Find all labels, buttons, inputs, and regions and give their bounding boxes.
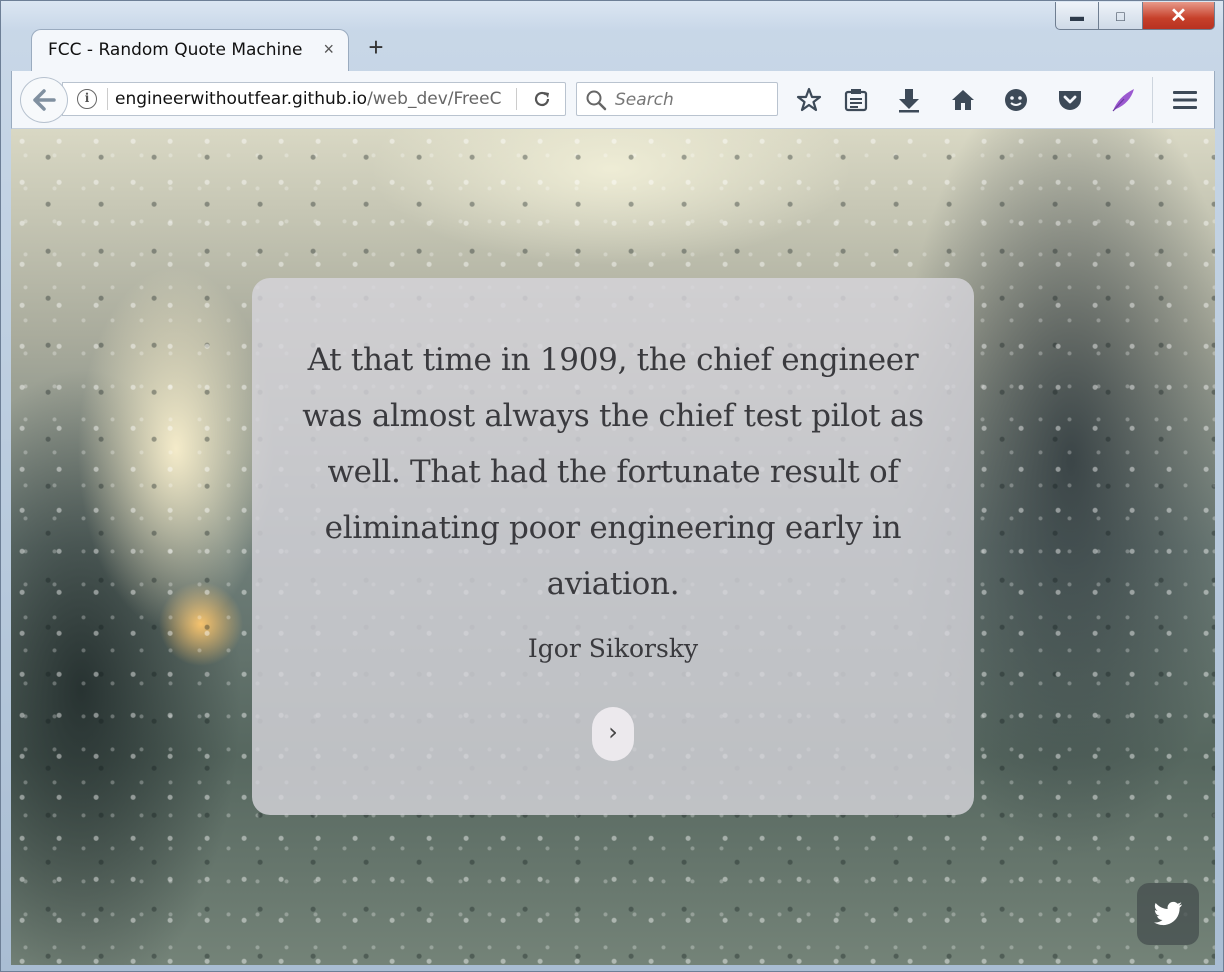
menu-divider bbox=[1152, 77, 1153, 123]
site-info-icon[interactable]: i bbox=[77, 89, 97, 109]
twitter-icon bbox=[1154, 901, 1182, 926]
new-tab-button[interactable]: + bbox=[364, 33, 388, 61]
next-quote-button[interactable]: › bbox=[592, 707, 634, 761]
maximize-button[interactable]: □ bbox=[1099, 2, 1143, 30]
url-host: engineerwithoutfear.github.io bbox=[115, 89, 368, 109]
page-content: At that time in 1909, the chief engineer… bbox=[11, 129, 1215, 965]
hamburger-menu-icon[interactable] bbox=[1168, 83, 1202, 117]
reload-divider bbox=[516, 88, 517, 110]
pocket-icon[interactable] bbox=[1053, 83, 1087, 117]
smiley-icon[interactable] bbox=[999, 83, 1033, 117]
window-controls: ▬ □ ✕ bbox=[1055, 2, 1215, 30]
tab-close-icon[interactable]: × bbox=[323, 39, 334, 60]
tweet-button[interactable] bbox=[1137, 883, 1199, 945]
close-icon: ✕ bbox=[1170, 4, 1187, 27]
quote-card: At that time in 1909, the chief engineer… bbox=[252, 278, 974, 815]
back-arrow-icon bbox=[33, 89, 56, 111]
back-button[interactable] bbox=[20, 77, 68, 123]
home-icon[interactable] bbox=[946, 83, 980, 117]
reload-icon[interactable] bbox=[531, 88, 553, 110]
close-window-button[interactable]: ✕ bbox=[1143, 2, 1215, 30]
url-path: /web_dev/FreeC bbox=[367, 89, 502, 109]
tab-active[interactable]: FCC - Random Quote Machine × bbox=[31, 29, 349, 71]
url-text[interactable]: engineerwithoutfear.github.io/web_dev/Fr… bbox=[115, 89, 501, 109]
quote-author: Igor Sikorsky bbox=[527, 634, 699, 663]
search-placeholder: Search bbox=[615, 90, 674, 110]
reading-list-icon[interactable] bbox=[839, 83, 873, 117]
browser-window: ▬ □ ✕ FCC - Random Quote Machine × + i e… bbox=[0, 0, 1224, 972]
minimize-button[interactable]: ▬ bbox=[1055, 2, 1099, 30]
url-divider bbox=[107, 88, 108, 110]
search-icon bbox=[586, 90, 607, 111]
bookmark-star-icon[interactable] bbox=[792, 83, 826, 117]
download-icon[interactable] bbox=[892, 83, 926, 117]
feather-icon[interactable] bbox=[1106, 83, 1140, 117]
url-bar[interactable]: i engineerwithoutfear.github.io/web_dev/… bbox=[62, 82, 566, 116]
title-bar bbox=[1, 1, 1223, 31]
minimize-icon: ▬ bbox=[1070, 7, 1084, 24]
tab-title: FCC - Random Quote Machine bbox=[48, 40, 303, 60]
search-bar[interactable]: Search bbox=[576, 82, 778, 116]
maximize-icon: □ bbox=[1116, 7, 1125, 24]
quote-text: At that time in 1909, the chief engineer… bbox=[302, 342, 924, 602]
navigation-toolbar: i engineerwithoutfear.github.io/web_dev/… bbox=[11, 71, 1215, 129]
